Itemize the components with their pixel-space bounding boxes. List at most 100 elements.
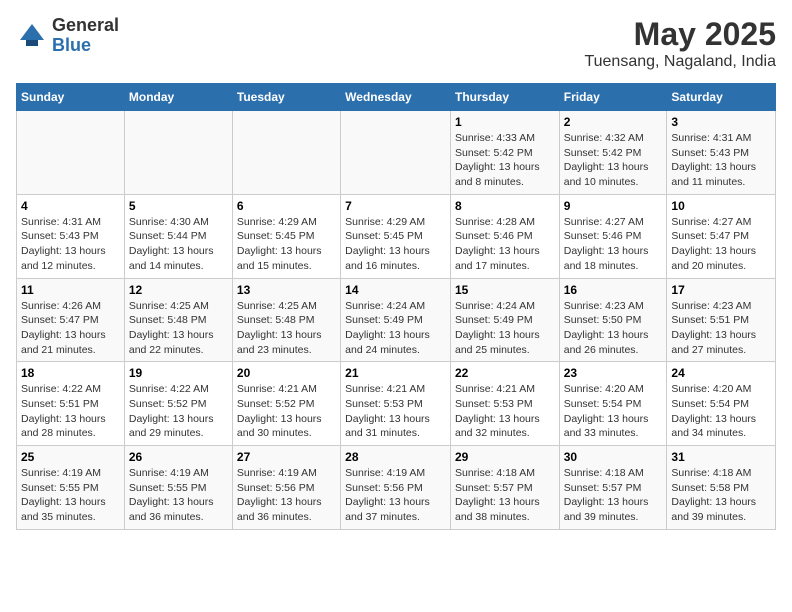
calendar-cell: 3 Sunrise: 4:31 AM Sunset: 5:43 PM Daylig… <box>667 111 776 195</box>
calendar-week-row: 25 Sunrise: 4:19 AM Sunset: 5:55 PM Dayli… <box>17 446 776 530</box>
day-info: Sunrise: 4:21 AM Sunset: 5:53 PM Dayligh… <box>455 382 555 441</box>
day-info: Sunrise: 4:18 AM Sunset: 5:58 PM Dayligh… <box>671 466 771 525</box>
day-info: Sunrise: 4:19 AM Sunset: 5:56 PM Dayligh… <box>237 466 336 525</box>
day-info: Sunrise: 4:22 AM Sunset: 5:51 PM Dayligh… <box>21 382 120 441</box>
calendar-cell: 24Sunrise: 4:20 AM Sunset: 5:54 PM Dayli… <box>667 362 776 446</box>
day-number: 27 <box>237 450 336 464</box>
logo-icon <box>16 20 48 52</box>
calendar-cell: 18 Sunrise: 4:22 AM Sunset: 5:51 PM Dayli… <box>17 362 125 446</box>
day-number: 12 <box>129 283 228 297</box>
day-number: 8 <box>455 199 555 213</box>
day-info: Sunrise: 4:31 AM Sunset: 5:43 PM Dayligh… <box>21 215 120 274</box>
day-number: 20 <box>237 366 336 380</box>
calendar-cell: 7Sunrise: 4:29 AM Sunset: 5:45 PM Daylig… <box>341 194 451 278</box>
day-info: Sunrise: 4:27 AM Sunset: 5:46 PM Dayligh… <box>564 215 663 274</box>
logo: General Blue <box>16 16 119 56</box>
calendar-cell: 15Sunrise: 4:24 AM Sunset: 5:49 PM Dayli… <box>450 278 559 362</box>
calendar-week-row: 18 Sunrise: 4:22 AM Sunset: 5:51 PM Dayli… <box>17 362 776 446</box>
calendar-cell: 4 Sunrise: 4:31 AM Sunset: 5:43 PM Daylig… <box>17 194 125 278</box>
day-number: 19 <box>129 366 228 380</box>
title-block: May 2025 Tuensang, Nagaland, India <box>584 16 776 71</box>
day-info: Sunrise: 4:18 AM Sunset: 5:57 PM Dayligh… <box>455 466 555 525</box>
day-info: Sunrise: 4:28 AM Sunset: 5:46 PM Dayligh… <box>455 215 555 274</box>
day-number: 26 <box>129 450 228 464</box>
day-info: Sunrise: 4:29 AM Sunset: 5:45 PM Dayligh… <box>345 215 446 274</box>
calendar-body: 1Sunrise: 4:33 AM Sunset: 5:42 PM Daylig… <box>17 111 776 530</box>
calendar-cell: 29Sunrise: 4:18 AM Sunset: 5:57 PM Dayli… <box>450 446 559 530</box>
calendar-cell: 22 Sunrise: 4:21 AM Sunset: 5:53 PM Dayli… <box>450 362 559 446</box>
calendar-cell: 13 Sunrise: 4:25 AM Sunset: 5:48 PM Dayli… <box>232 278 340 362</box>
day-number: 16 <box>564 283 663 297</box>
day-number: 13 <box>237 283 336 297</box>
day-number: 6 <box>237 199 336 213</box>
day-info: Sunrise: 4:22 AM Sunset: 5:52 PM Dayligh… <box>129 382 228 441</box>
header-row: SundayMondayTuesdayWednesdayThursdayFrid… <box>17 84 776 111</box>
day-info: Sunrise: 4:19 AM Sunset: 5:55 PM Dayligh… <box>21 466 120 525</box>
calendar-cell: 28Sunrise: 4:19 AM Sunset: 5:56 PM Dayli… <box>341 446 451 530</box>
day-info: Sunrise: 4:20 AM Sunset: 5:54 PM Dayligh… <box>564 382 663 441</box>
day-number: 11 <box>21 283 120 297</box>
calendar-cell: 9Sunrise: 4:27 AM Sunset: 5:46 PM Daylig… <box>559 194 667 278</box>
calendar-cell: 17Sunrise: 4:23 AM Sunset: 5:51 PM Dayli… <box>667 278 776 362</box>
logo-general-text: General <box>52 16 119 36</box>
header-day-friday: Friday <box>559 84 667 111</box>
day-number: 30 <box>564 450 663 464</box>
calendar-cell: 21 Sunrise: 4:21 AM Sunset: 5:53 PM Dayli… <box>341 362 451 446</box>
header-day-monday: Monday <box>124 84 232 111</box>
header-day-thursday: Thursday <box>450 84 559 111</box>
day-number: 14 <box>345 283 446 297</box>
header-day-sunday: Sunday <box>17 84 125 111</box>
calendar-cell: 23 Sunrise: 4:20 AM Sunset: 5:54 PM Dayli… <box>559 362 667 446</box>
day-number: 18 <box>21 366 120 380</box>
day-info: Sunrise: 4:26 AM Sunset: 5:47 PM Dayligh… <box>21 299 120 358</box>
calendar-table: SundayMondayTuesdayWednesdayThursdayFrid… <box>16 83 776 530</box>
day-number: 4 <box>21 199 120 213</box>
day-info: Sunrise: 4:20 AM Sunset: 5:54 PM Dayligh… <box>671 382 771 441</box>
day-number: 21 <box>345 366 446 380</box>
day-number: 23 <box>564 366 663 380</box>
day-number: 2 <box>564 115 663 129</box>
day-info: Sunrise: 4:31 AM Sunset: 5:43 PM Dayligh… <box>671 131 771 190</box>
calendar-cell: 8 Sunrise: 4:28 AM Sunset: 5:46 PM Daylig… <box>450 194 559 278</box>
day-info: Sunrise: 4:30 AM Sunset: 5:44 PM Dayligh… <box>129 215 228 274</box>
calendar-cell <box>17 111 125 195</box>
calendar-week-row: 1Sunrise: 4:33 AM Sunset: 5:42 PM Daylig… <box>17 111 776 195</box>
calendar-cell: 12 Sunrise: 4:25 AM Sunset: 5:48 PM Dayli… <box>124 278 232 362</box>
day-number: 5 <box>129 199 228 213</box>
day-info: Sunrise: 4:25 AM Sunset: 5:48 PM Dayligh… <box>237 299 336 358</box>
day-number: 3 <box>671 115 771 129</box>
day-number: 31 <box>671 450 771 464</box>
calendar-cell: 14 Sunrise: 4:24 AM Sunset: 5:49 PM Dayli… <box>341 278 451 362</box>
calendar-cell <box>341 111 451 195</box>
day-info: Sunrise: 4:24 AM Sunset: 5:49 PM Dayligh… <box>345 299 446 358</box>
location-subtitle: Tuensang, Nagaland, India <box>584 53 776 71</box>
day-number: 25 <box>21 450 120 464</box>
page-header: General Blue May 2025 Tuensang, Nagaland… <box>16 16 776 71</box>
calendar-cell: 27 Sunrise: 4:19 AM Sunset: 5:56 PM Dayli… <box>232 446 340 530</box>
day-info: Sunrise: 4:25 AM Sunset: 5:48 PM Dayligh… <box>129 299 228 358</box>
day-info: Sunrise: 4:23 AM Sunset: 5:50 PM Dayligh… <box>564 299 663 358</box>
day-info: Sunrise: 4:18 AM Sunset: 5:57 PM Dayligh… <box>564 466 663 525</box>
day-info: Sunrise: 4:29 AM Sunset: 5:45 PM Dayligh… <box>237 215 336 274</box>
calendar-cell: 1Sunrise: 4:33 AM Sunset: 5:42 PM Daylig… <box>450 111 559 195</box>
calendar-cell: 31 Sunrise: 4:18 AM Sunset: 5:58 PM Dayli… <box>667 446 776 530</box>
calendar-cell <box>124 111 232 195</box>
logo-text: General Blue <box>52 16 119 56</box>
day-number: 28 <box>345 450 446 464</box>
day-info: Sunrise: 4:27 AM Sunset: 5:47 PM Dayligh… <box>671 215 771 274</box>
day-info: Sunrise: 4:33 AM Sunset: 5:42 PM Dayligh… <box>455 131 555 190</box>
day-number: 10 <box>671 199 771 213</box>
calendar-cell: 2Sunrise: 4:32 AM Sunset: 5:42 PM Daylig… <box>559 111 667 195</box>
calendar-week-row: 4 Sunrise: 4:31 AM Sunset: 5:43 PM Daylig… <box>17 194 776 278</box>
calendar-cell: 30 Sunrise: 4:18 AM Sunset: 5:57 PM Dayli… <box>559 446 667 530</box>
calendar-header: SundayMondayTuesdayWednesdayThursdayFrid… <box>17 84 776 111</box>
day-number: 22 <box>455 366 555 380</box>
calendar-cell: 19 Sunrise: 4:22 AM Sunset: 5:52 PM Dayli… <box>124 362 232 446</box>
day-info: Sunrise: 4:21 AM Sunset: 5:53 PM Dayligh… <box>345 382 446 441</box>
calendar-cell: 25 Sunrise: 4:19 AM Sunset: 5:55 PM Dayli… <box>17 446 125 530</box>
calendar-week-row: 11 Sunrise: 4:26 AM Sunset: 5:47 PM Dayli… <box>17 278 776 362</box>
day-number: 15 <box>455 283 555 297</box>
logo-blue-text: Blue <box>52 36 119 56</box>
calendar-cell: 26 Sunrise: 4:19 AM Sunset: 5:55 PM Dayli… <box>124 446 232 530</box>
day-info: Sunrise: 4:19 AM Sunset: 5:55 PM Dayligh… <box>129 466 228 525</box>
